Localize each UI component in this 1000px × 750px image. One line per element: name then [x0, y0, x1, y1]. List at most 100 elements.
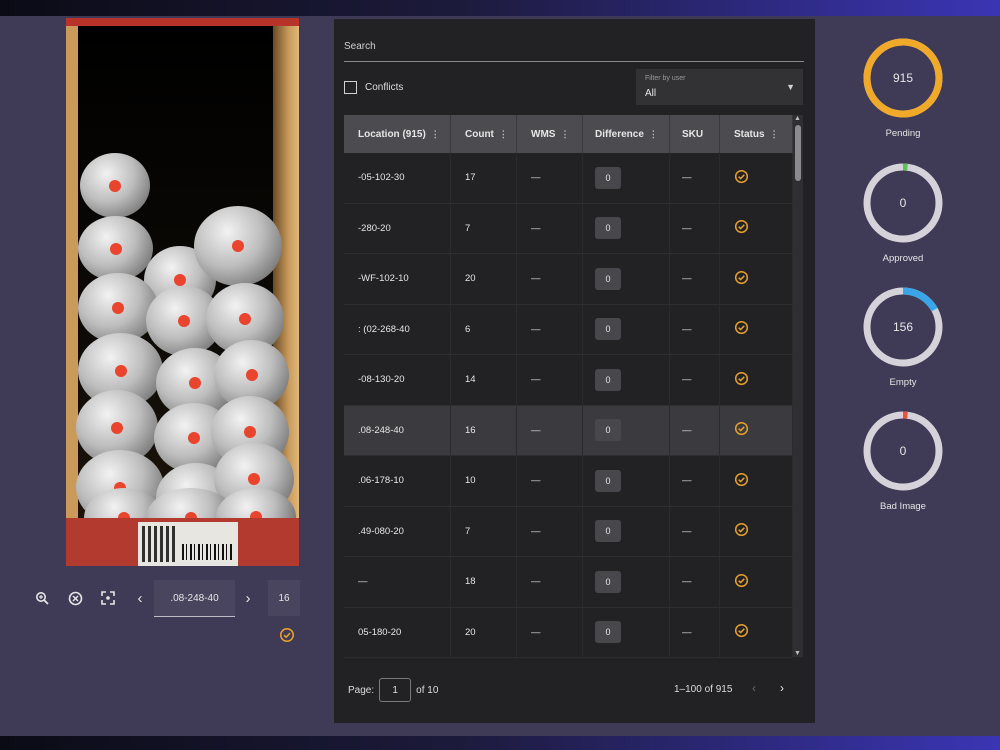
cell-count: 6: [451, 304, 517, 354]
difference-input[interactable]: 0: [595, 419, 621, 442]
cell-wms: —: [517, 153, 583, 203]
status-ok-icon[interactable]: [734, 270, 749, 288]
difference-input[interactable]: 0: [595, 318, 621, 341]
table-row[interactable]: .49-080-20 7—0—: [344, 506, 793, 557]
column-header-sku[interactable]: SKU: [670, 115, 720, 153]
locations-table: Location (915) ⋮ Count ⋮ WMS ⋮ Difference ⋮ …: [344, 115, 793, 658]
table-row[interactable]: 05-180-20 20—0—: [344, 607, 793, 658]
next-page-button[interactable]: ›: [780, 681, 784, 695]
cell-sku: —: [670, 456, 720, 506]
filter-label: Filter by user: [645, 75, 686, 82]
stat-donut-bad-image[interactable]: 0: [862, 410, 944, 492]
cell-count: 7: [451, 203, 517, 253]
difference-input[interactable]: 0: [595, 621, 621, 644]
stat-donut-pending[interactable]: 915: [862, 37, 944, 119]
sort-icon: ⋮: [648, 128, 658, 139]
cell-count: 18: [451, 557, 517, 607]
reset-icon[interactable]: [65, 588, 85, 608]
status-ok-icon[interactable]: [734, 421, 749, 439]
fit-screen-icon[interactable]: [98, 588, 118, 608]
difference-input[interactable]: 0: [595, 368, 621, 391]
detection-marker[interactable]: [244, 426, 256, 438]
column-label: SKU: [682, 128, 704, 140]
chevron-right-icon[interactable]: ›: [238, 588, 258, 608]
table-row[interactable]: -280-20 7—0—: [344, 203, 793, 254]
user-filter-select[interactable]: Filter by user All ▼: [636, 69, 803, 105]
column-header-difference[interactable]: Difference ⋮: [583, 115, 670, 153]
chevron-left-icon[interactable]: ‹: [130, 588, 150, 608]
status-ok-icon[interactable]: [734, 623, 749, 641]
difference-input[interactable]: 0: [595, 267, 621, 290]
cell-status: [720, 203, 793, 253]
conflicts-filter[interactable]: Conflicts: [344, 81, 403, 94]
column-label: Status: [734, 128, 765, 140]
difference-input[interactable]: 0: [595, 217, 621, 240]
detection-marker[interactable]: [178, 315, 190, 327]
zoom-in-icon[interactable]: [32, 588, 52, 608]
pagination: Page: 1 of 10: [348, 678, 438, 702]
column-header-status[interactable]: Status ⋮: [720, 115, 793, 153]
table-row[interactable]: -05-102-30 17—0—: [344, 153, 793, 204]
table-row[interactable]: .08-248-40 16—0—: [344, 405, 793, 456]
status-ok-icon: [279, 627, 295, 643]
status-ok-icon[interactable]: [734, 320, 749, 338]
table-row[interactable]: -08-130-20 14—0—: [344, 355, 793, 406]
cell-sku: —: [670, 405, 720, 455]
column-label: Difference: [595, 128, 644, 140]
status-ok-icon[interactable]: [734, 219, 749, 237]
detection-marker[interactable]: [248, 473, 260, 485]
difference-input[interactable]: 0: [595, 469, 621, 492]
cell-difference: 0: [583, 304, 670, 354]
detection-marker[interactable]: [112, 302, 124, 314]
table-row[interactable]: : (02-268-40 6—0—: [344, 304, 793, 355]
status-ok-icon[interactable]: [734, 522, 749, 540]
detection-marker[interactable]: [174, 274, 186, 286]
column-header-wms[interactable]: WMS ⋮: [517, 115, 583, 153]
table-row[interactable]: .06-178-10 10—0—: [344, 456, 793, 507]
cell-difference: 0: [583, 456, 670, 506]
table-body: -05-102-30 17—0— -280-20 7—0— -WF-102-10 20—0…: [344, 153, 793, 658]
table-row[interactable]: -WF-102-10 20—0—: [344, 254, 793, 305]
status-ok-icon[interactable]: [734, 472, 749, 490]
table-row[interactable]: —18—0—: [344, 557, 793, 608]
scroll-down-arrow-icon[interactable]: ▼: [794, 650, 801, 657]
detection-marker[interactable]: [239, 313, 251, 325]
detection-marker[interactable]: [189, 377, 201, 389]
detection-marker[interactable]: [232, 240, 244, 252]
count-field[interactable]: 16: [268, 580, 300, 616]
page-count: of 10: [416, 684, 439, 696]
difference-input[interactable]: 0: [595, 166, 621, 189]
location-field[interactable]: .08-248-40: [154, 580, 235, 617]
difference-input[interactable]: 0: [595, 520, 621, 543]
cell-location: 05-180-20: [344, 607, 451, 657]
stat-label: Approved: [882, 253, 924, 264]
detection-marker[interactable]: [109, 179, 121, 192]
prev-page-button[interactable]: ‹: [752, 681, 756, 695]
table-scrollbar[interactable]: ▲ ▼: [793, 115, 803, 657]
cell-count: 14: [451, 355, 517, 405]
cell-location: -08-130-20: [344, 355, 451, 405]
conflicts-label: Conflicts: [365, 82, 404, 93]
stat-donut-empty[interactable]: 156: [862, 286, 944, 368]
cell-wms: —: [517, 304, 583, 354]
detection-marker[interactable]: [109, 242, 122, 255]
sort-icon: ⋮: [769, 128, 779, 139]
stat-donut-approved[interactable]: 0: [862, 162, 944, 244]
scroll-up-arrow-icon[interactable]: ▲: [794, 115, 801, 122]
status-ok-icon[interactable]: [734, 573, 749, 591]
detection-marker[interactable]: [114, 364, 127, 377]
difference-input[interactable]: 0: [595, 570, 621, 593]
detection-marker[interactable]: [111, 421, 123, 434]
status-ok-icon[interactable]: [734, 371, 749, 389]
cell-difference: 0: [583, 355, 670, 405]
page-input[interactable]: 1: [379, 678, 412, 702]
detection-marker[interactable]: [188, 432, 200, 444]
column-header-count[interactable]: Count ⋮: [451, 115, 517, 153]
conflicts-checkbox[interactable]: [344, 81, 357, 94]
filter-value: All: [645, 88, 657, 99]
detection-marker[interactable]: [245, 369, 258, 381]
status-ok-icon[interactable]: [734, 169, 749, 187]
column-header-location[interactable]: Location (915) ⋮: [344, 115, 451, 153]
search-input[interactable]: Search: [344, 41, 804, 62]
scroll-thumb[interactable]: [795, 125, 801, 181]
